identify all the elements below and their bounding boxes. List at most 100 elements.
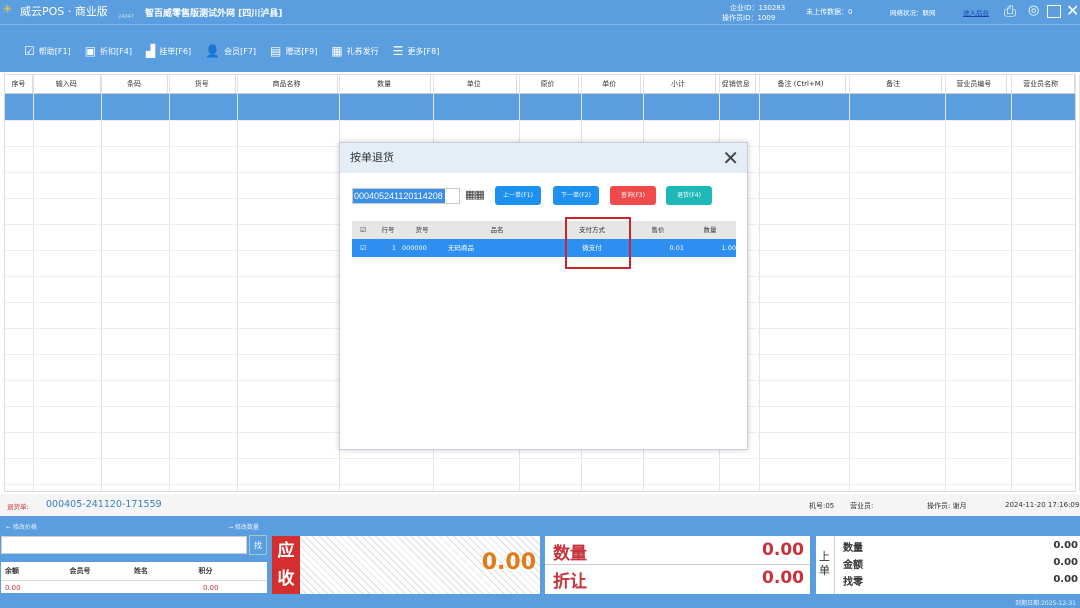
col-qty: 数量 bbox=[703, 226, 717, 234]
member-label: 会员[F7] bbox=[224, 46, 257, 56]
operator-value: 1009 bbox=[757, 14, 776, 22]
column-header: 输入码 bbox=[33, 75, 101, 93]
enterprise-label: 企业ID： bbox=[730, 4, 759, 12]
receivable-value: 0.00 bbox=[481, 550, 536, 575]
grid-line bbox=[759, 75, 760, 491]
printer-icon[interactable]: ⎙ bbox=[1004, 2, 1016, 20]
network-label: 网络状况： bbox=[890, 9, 923, 17]
app-title: 威云POS · 商业版 bbox=[20, 5, 108, 18]
close-icon[interactable]: ✕ bbox=[1066, 1, 1079, 20]
col-name: 品名 bbox=[490, 226, 504, 234]
prev-qty-label: 数量 bbox=[843, 543, 863, 554]
prev-order-label: 上单 bbox=[819, 550, 830, 577]
balance-label: 余额 bbox=[5, 567, 19, 575]
prev-change-label: 找零 bbox=[843, 577, 863, 588]
discount-button[interactable]: ▣ 折扣[F4] bbox=[85, 44, 132, 58]
query-button[interactable]: 查询(F3) bbox=[610, 186, 656, 205]
return-by-order-dialog: 按单退货 ✕ ▦▦ 上一单(F1) 下一单(F2) 查询(F3) 退货(F4) … bbox=[339, 142, 748, 450]
member-info: 余额 会员号 姓名 积分 0.00 0.00 bbox=[1, 562, 267, 593]
column-header: 商品名称 bbox=[236, 75, 338, 93]
enterprise-id: 企业ID：130283 bbox=[730, 3, 785, 13]
search-button[interactable]: 找 bbox=[249, 535, 267, 555]
network-value: 联网 bbox=[922, 9, 936, 17]
next-order-button[interactable]: 下一单(F2) bbox=[553, 186, 599, 205]
grid-line bbox=[5, 120, 1075, 121]
return-button[interactable]: 退货(F4) bbox=[666, 186, 712, 205]
grid-line bbox=[33, 75, 34, 491]
order-number-input[interactable] bbox=[352, 188, 460, 204]
order-items-header: ☑ 行号 货号 品名 支付方式 售价 数量 bbox=[352, 221, 736, 239]
menu-icon: ☰ bbox=[392, 44, 404, 58]
user-icon: 👤 bbox=[205, 44, 221, 58]
help-label: 帮助[F1] bbox=[38, 46, 71, 56]
previous-order-panel: 上单 数量 0.00 金额 0.00 找零 0.00 bbox=[816, 536, 1080, 594]
points-label: 积分 bbox=[198, 567, 213, 575]
barcode-input[interactable] bbox=[1, 536, 247, 554]
order-item-row[interactable]: ☑ 1 000000 无码商品 微支付 0.01 1.00 bbox=[352, 239, 736, 257]
backend-link[interactable]: 进入后台 bbox=[963, 7, 989, 17]
keyboard-icon[interactable]: ▦▦ bbox=[465, 188, 485, 201]
balance-value: 0.00 bbox=[5, 584, 21, 592]
operator: 操作员: 谢月 bbox=[927, 502, 967, 510]
column-header: 原价 bbox=[517, 75, 579, 93]
toolbar: ☑ 帮助[F1] ▣ 折扣[F4] ▟ 挂单[F6] 👤 会员[F7] ▤ 赠送[F9] … bbox=[24, 44, 439, 58]
unuploaded: 未上传数据：0 bbox=[806, 7, 852, 17]
qty-value: 0.00 bbox=[762, 540, 804, 560]
expiry-date: 到期日期:2025-12-31 bbox=[1015, 600, 1076, 607]
item-name: 无码商品 bbox=[448, 244, 474, 252]
coupon-button[interactable]: ▦ 礼券发行 bbox=[331, 44, 378, 58]
bottom-panel: ← 修改价格 → 修改数量 找 余额 会员号 姓名 积分 0.00 0.00 应… bbox=[0, 516, 1080, 608]
close-icon[interactable]: ✕ bbox=[722, 146, 739, 170]
col-line: 行号 bbox=[381, 226, 395, 234]
edit-price-hint: ← 修改价格 bbox=[6, 524, 37, 531]
receivable-label: 应收 bbox=[272, 536, 300, 594]
row-checkbox[interactable]: ☑ bbox=[352, 239, 374, 257]
select-all-checkbox[interactable]: ☑ bbox=[352, 221, 374, 239]
network-status: 网络状况：联网 bbox=[890, 7, 936, 17]
item-code: 000000 bbox=[402, 244, 427, 252]
clerk: 营业员: bbox=[850, 502, 874, 510]
discount-value: 0.00 bbox=[762, 568, 804, 588]
prev-qty-value: 0.00 bbox=[1053, 540, 1078, 551]
unuploaded-label: 未上传数据： bbox=[806, 8, 848, 16]
more-button[interactable]: ☰ 更多[F8] bbox=[393, 44, 440, 58]
highlight-box bbox=[565, 217, 631, 269]
logo-icon: ☀ bbox=[2, 2, 13, 16]
quantity-discount-panel: 数量 0.00 折让 0.00 bbox=[545, 536, 810, 594]
member-button[interactable]: 👤 会员[F7] bbox=[205, 44, 256, 58]
chart-icon: ▟ bbox=[145, 44, 156, 58]
hold-order-button[interactable]: ▟ 挂单[F6] bbox=[146, 44, 191, 58]
grid-line bbox=[101, 75, 102, 491]
headset-icon[interactable]: ◎ bbox=[1028, 3, 1039, 18]
col-code: 货号 bbox=[415, 226, 429, 234]
maximize-icon[interactable] bbox=[1047, 5, 1061, 18]
prev-order-button[interactable]: 上一单(F1) bbox=[495, 186, 541, 205]
qty-label: 数量 bbox=[553, 544, 587, 564]
more-label: 更多[F8] bbox=[407, 46, 440, 56]
machine-no: 机号:05 bbox=[809, 502, 835, 510]
title-bar: ☀ 威云POS · 商业版 24047 智百威零售版测试外网 [四川泸县] 企业… bbox=[0, 0, 1080, 72]
coupon-label: 礼券发行 bbox=[346, 46, 379, 56]
column-header: 营业员编号 bbox=[942, 75, 1008, 93]
help-button[interactable]: ☑ 帮助[F1] bbox=[24, 44, 71, 58]
store-name: 智百威零售版测试外网 [四川泸县] bbox=[145, 9, 283, 19]
gift-button[interactable]: ▤ 赠送[F9] bbox=[270, 44, 317, 58]
edit-qty-hint: → 修改数量 bbox=[228, 524, 259, 531]
discount-label: 折让 bbox=[553, 572, 587, 592]
item-qty: 1.00 bbox=[721, 244, 736, 252]
grid-line bbox=[1011, 75, 1012, 491]
column-header: 营业员名称 bbox=[1007, 75, 1075, 93]
divider bbox=[0, 24, 1080, 25]
operator-id: 操作员ID：1009 bbox=[722, 13, 775, 23]
col-price: 售价 bbox=[651, 226, 665, 234]
column-header: 小计 bbox=[641, 75, 717, 93]
hold-order-label: 挂单[F6] bbox=[159, 46, 192, 56]
divider bbox=[834, 536, 835, 594]
column-header: 促销信息 bbox=[716, 75, 757, 93]
prev-change-value: 0.00 bbox=[1053, 574, 1078, 585]
member-no-label: 会员号 bbox=[69, 567, 91, 575]
item-price: 0.01 bbox=[669, 244, 684, 252]
grid-line bbox=[237, 75, 238, 491]
selected-row[interactable] bbox=[5, 94, 1075, 120]
points-value: 0.00 bbox=[203, 584, 219, 592]
